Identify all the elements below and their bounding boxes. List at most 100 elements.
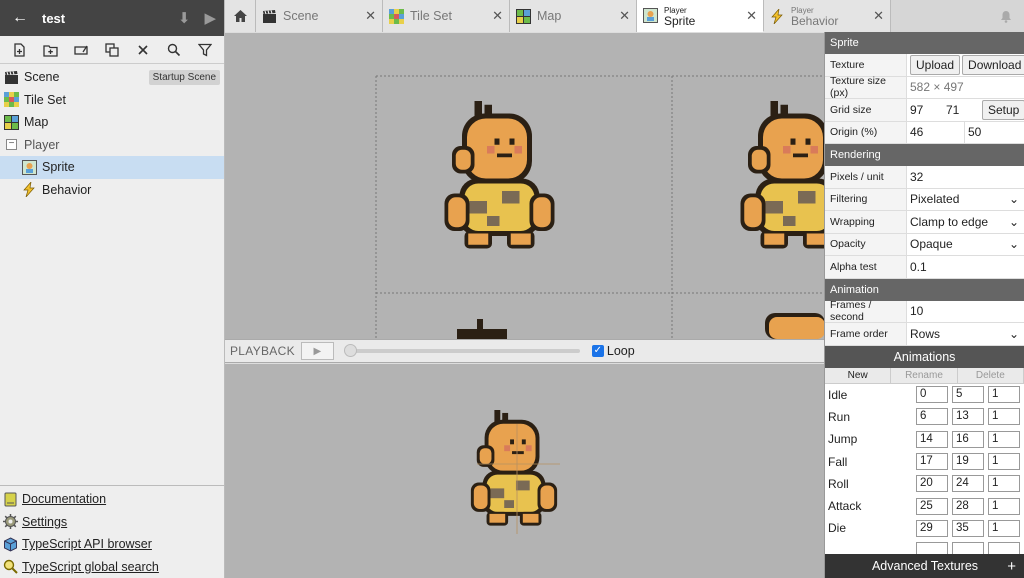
new-animation-button[interactable]: New — [825, 367, 892, 383]
tree-item-label: Sprite — [42, 160, 75, 175]
collapse-toggle-icon[interactable]: − — [6, 139, 17, 151]
start-frame-input[interactable]: 17 — [916, 453, 948, 471]
loop-checkbox[interactable]: ✓ Loop — [591, 344, 635, 358]
animation-name: Jump — [828, 432, 858, 447]
plus-icon[interactable]: + — [1007, 558, 1016, 575]
fps-input[interactable]: 10 — [907, 301, 1024, 323]
help-link-label[interactable]: Documentation — [22, 492, 106, 506]
checkmark-icon[interactable]: ✓ — [591, 345, 604, 357]
playback-slider[interactable] — [343, 344, 580, 357]
close-icon[interactable]: ✕ — [365, 8, 376, 24]
upload-button[interactable]: Upload — [910, 54, 961, 75]
grid-height-input[interactable]: 71 — [946, 103, 982, 117]
play-button[interactable]: ▶ — [300, 342, 334, 360]
tree-item-behavior[interactable]: Behavior — [0, 179, 224, 202]
origin-x-input[interactable]: 46 — [907, 121, 965, 143]
back-arrow-icon[interactable]: ← — [12, 9, 28, 27]
start-frame-input[interactable]: 25 — [916, 497, 948, 515]
animation-row[interactable]: Die 29 35 1 — [825, 517, 1024, 539]
tileset-icon — [4, 92, 19, 108]
filter-icon[interactable] — [189, 38, 220, 62]
fps-row: Frames / second 10 — [825, 299, 1024, 323]
frame-order-select[interactable]: Rows ⌄ — [910, 327, 1024, 341]
texture-row: Texture Upload Download — [825, 54, 1024, 77]
close-icon[interactable]: ✕ — [619, 8, 630, 24]
tab-tileset[interactable]: Tile Set ✕ — [383, 0, 510, 32]
end-frame-input[interactable]: 35 — [952, 519, 984, 537]
close-icon[interactable]: ✕ — [492, 8, 503, 24]
alpha-test-input[interactable]: 0.1 — [907, 256, 1024, 278]
animation-row[interactable]: Roll 20 24 1 — [825, 473, 1024, 495]
speed-input[interactable]: 1 — [988, 453, 1020, 471]
typescript-global-search-link[interactable]: TypeScript global search — [0, 556, 224, 578]
speed-input[interactable]: 1 — [988, 475, 1020, 493]
tree-item-map[interactable]: Map — [0, 111, 224, 134]
tree-item-scene[interactable]: Scene Startup Scene — [0, 66, 224, 89]
end-frame-input[interactable]: 13 — [952, 408, 984, 426]
help-link-label[interactable]: TypeScript API browser — [22, 537, 152, 551]
end-frame-input[interactable]: 24 — [952, 475, 984, 493]
animation-row[interactable]: Fall 17 19 1 — [825, 450, 1024, 472]
delete-animation-button[interactable]: Delete — [958, 367, 1024, 383]
grid-width-input[interactable]: 97 — [910, 103, 946, 117]
rename-icon[interactable] — [66, 38, 97, 62]
rename-animation-button[interactable]: Rename — [891, 367, 958, 383]
search-icon[interactable] — [158, 38, 189, 62]
animation-row[interactable]: Attack 25 28 1 — [825, 495, 1024, 517]
wrapping-select[interactable]: Clamp to edge ⌄ — [910, 215, 1024, 229]
speed-input[interactable]: 1 — [988, 386, 1020, 404]
run-icon[interactable]: ▶ — [204, 9, 216, 27]
animation-row[interactable]: Idle 0 5 1 — [825, 384, 1024, 406]
filtering-select[interactable]: Pixelated ⌄ — [910, 192, 1024, 206]
tree-item-sprite[interactable]: Sprite — [0, 156, 224, 179]
start-frame-input[interactable]: 29 — [916, 519, 948, 537]
tab-scene[interactable]: Scene ✕ — [256, 0, 383, 32]
pixels-per-unit-input[interactable]: 32 — [907, 166, 1024, 188]
chevron-down-icon: ⌄ — [1008, 214, 1019, 229]
origin-y-input[interactable]: 50 — [965, 125, 981, 139]
spritesheet-canvas[interactable] — [225, 33, 824, 339]
gear-icon — [3, 514, 18, 530]
help-link-label[interactable]: TypeScript global search — [22, 560, 159, 574]
start-frame-input[interactable]: 6 — [916, 408, 948, 426]
advanced-textures-header[interactable]: Advanced Textures + — [825, 554, 1024, 578]
delete-icon[interactable] — [127, 38, 158, 62]
close-icon[interactable]: ✕ — [873, 8, 884, 24]
start-frame-input[interactable]: 0 — [916, 386, 948, 404]
frame-order-value: Rows — [910, 326, 941, 341]
tab-player-behavior[interactable]: Player Behavior ✕ — [764, 0, 891, 32]
settings-link[interactable]: Settings — [0, 511, 224, 534]
animation-row[interactable]: Jump 14 16 1 — [825, 428, 1024, 450]
setup-button[interactable]: Setup — [982, 99, 1024, 120]
tab-map[interactable]: Map ✕ — [510, 0, 637, 32]
notification-bell-icon[interactable] — [1000, 10, 1012, 23]
start-frame-input[interactable]: 14 — [916, 430, 948, 448]
home-tab[interactable] — [225, 0, 256, 32]
speed-input[interactable]: 1 — [988, 497, 1020, 515]
slider-knob[interactable] — [343, 344, 357, 357]
end-frame-input[interactable]: 19 — [952, 453, 984, 471]
tree-folder-player[interactable]: − Player — [0, 134, 224, 157]
help-link-label[interactable]: Settings — [22, 515, 67, 529]
documentation-link[interactable]: Documentation — [0, 488, 224, 511]
new-asset-icon[interactable] — [4, 38, 35, 62]
new-folder-icon[interactable] — [35, 38, 66, 62]
end-frame-input[interactable]: 16 — [952, 430, 984, 448]
texture-label: Texture — [825, 54, 907, 76]
typescript-api-browser-link[interactable]: TypeScript API browser — [0, 533, 224, 556]
end-frame-input[interactable]: 28 — [952, 497, 984, 515]
debug-icon[interactable]: ⬇ — [178, 9, 191, 27]
tree-item-tileset[interactable]: Tile Set — [0, 89, 224, 112]
tab-label: Behavior — [791, 14, 839, 28]
end-frame-input[interactable]: 5 — [952, 386, 984, 404]
speed-input[interactable]: 1 — [988, 519, 1020, 537]
duplicate-icon[interactable] — [97, 38, 128, 62]
speed-input[interactable]: 1 — [988, 430, 1020, 448]
close-icon[interactable]: ✕ — [746, 8, 757, 24]
opacity-select[interactable]: Opaque ⌄ — [910, 237, 1024, 251]
start-frame-input[interactable]: 20 — [916, 475, 948, 493]
download-button[interactable]: Download — [962, 54, 1024, 75]
tab-player-sprite[interactable]: Player Sprite ✕ — [637, 0, 764, 32]
animation-row[interactable]: Run 6 13 1 — [825, 406, 1024, 428]
speed-input[interactable]: 1 — [988, 408, 1020, 426]
